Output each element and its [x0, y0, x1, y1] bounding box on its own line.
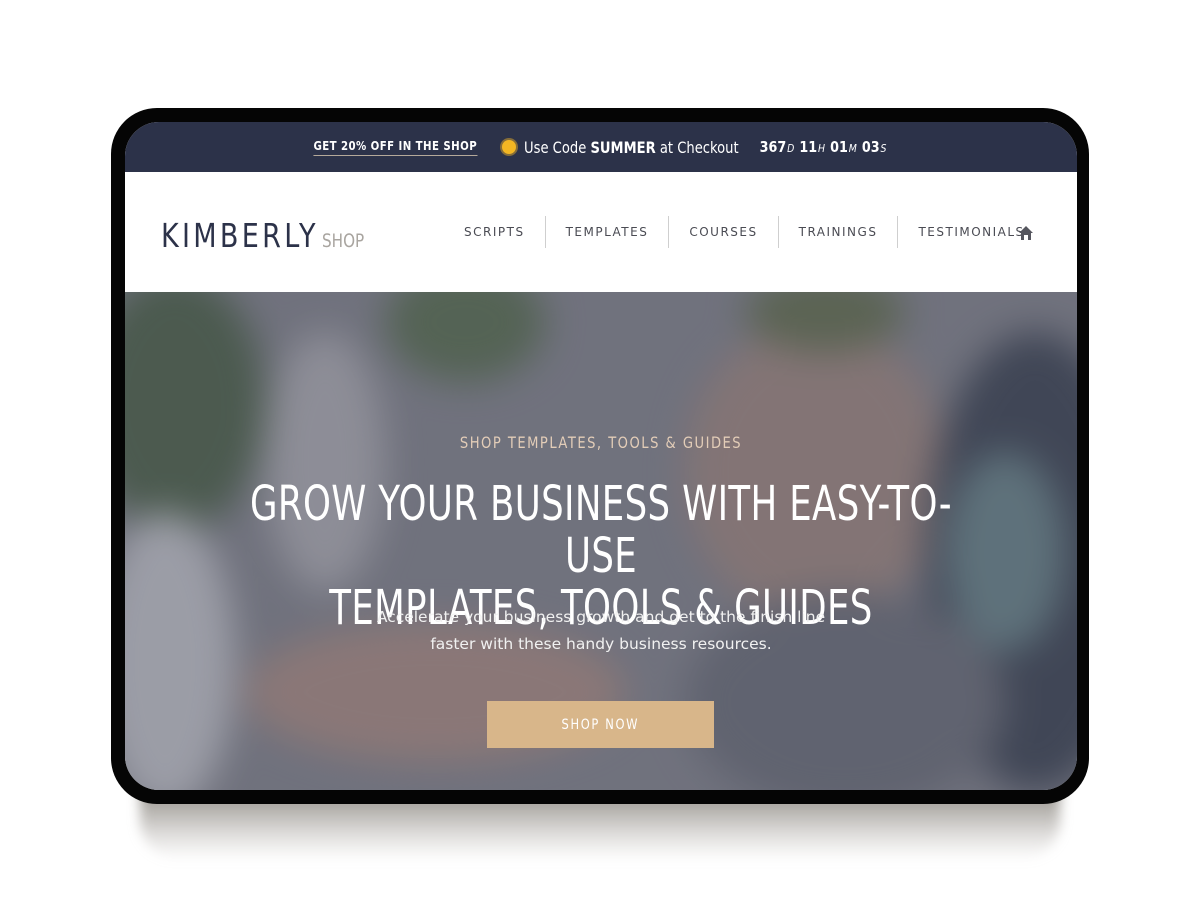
code-suffix: at Checkout	[655, 137, 739, 157]
countdown-minutes: 01	[829, 138, 848, 156]
nav-item-courses[interactable]: COURSES	[669, 216, 777, 248]
countdown-minutes-unit: M	[848, 142, 857, 155]
hero-eyebrow: SHOP TEMPLATES, TOOLS & GUIDES	[459, 433, 743, 452]
shop-now-button[interactable]: SHOP NOW	[487, 701, 714, 748]
hero-subtext-line1: Accelerate your business growth and get …	[376, 608, 826, 626]
promo-code: SUMMER	[590, 137, 656, 157]
logo-sub-text: SHOP	[322, 230, 365, 252]
hero-section: SHOP TEMPLATES, TOOLS & GUIDES GROW YOUR…	[125, 292, 1077, 790]
countdown-seconds: 03	[861, 138, 880, 156]
nav-item-scripts[interactable]: SCRIPTS	[444, 216, 545, 248]
promo-shop-link[interactable]: GET 20% OFF IN THE SHOP	[313, 139, 478, 156]
sun-icon	[501, 140, 516, 154]
shop-now-label: SHOP NOW	[561, 716, 640, 733]
screen: GET 20% OFF IN THE SHOP Use Code SUMMER …	[125, 122, 1077, 790]
hero-headline-line1: GROW YOUR BUSINESS WITH EASY-TO-USE	[250, 476, 952, 584]
hero-subtext-line2: faster with these handy business resourc…	[430, 635, 772, 653]
countdown-hours: 11	[799, 138, 817, 156]
nav-item-trainings[interactable]: TRAININGS	[779, 216, 898, 248]
site-logo[interactable]: KIMBERLY SHOP	[161, 216, 375, 255]
nav-item-templates[interactable]: TEMPLATES	[546, 216, 669, 248]
countdown-seconds-unit: S	[880, 142, 887, 155]
promo-code-message: Use Code SUMMER at Checkout	[501, 137, 738, 157]
code-prefix: Use Code	[523, 137, 591, 157]
countdown-hours-unit: H	[817, 142, 825, 155]
countdown-timer: 367 D 11 H 01 M 03 S	[759, 138, 891, 156]
countdown-days: 367	[759, 138, 786, 156]
site-header: KIMBERLY SHOP SCRIPTS TEMPLATES COURSES …	[125, 172, 1077, 292]
main-nav: SCRIPTS TEMPLATES COURSES TRAININGS TEST…	[444, 216, 1045, 248]
logo-main-text: KIMBERLY	[161, 216, 319, 255]
countdown-days-unit: D	[786, 142, 795, 155]
home-icon[interactable]	[1018, 225, 1034, 241]
promo-bar: GET 20% OFF IN THE SHOP Use Code SUMMER …	[125, 122, 1077, 172]
hero-subtext: Accelerate your business growth and get …	[375, 604, 827, 658]
